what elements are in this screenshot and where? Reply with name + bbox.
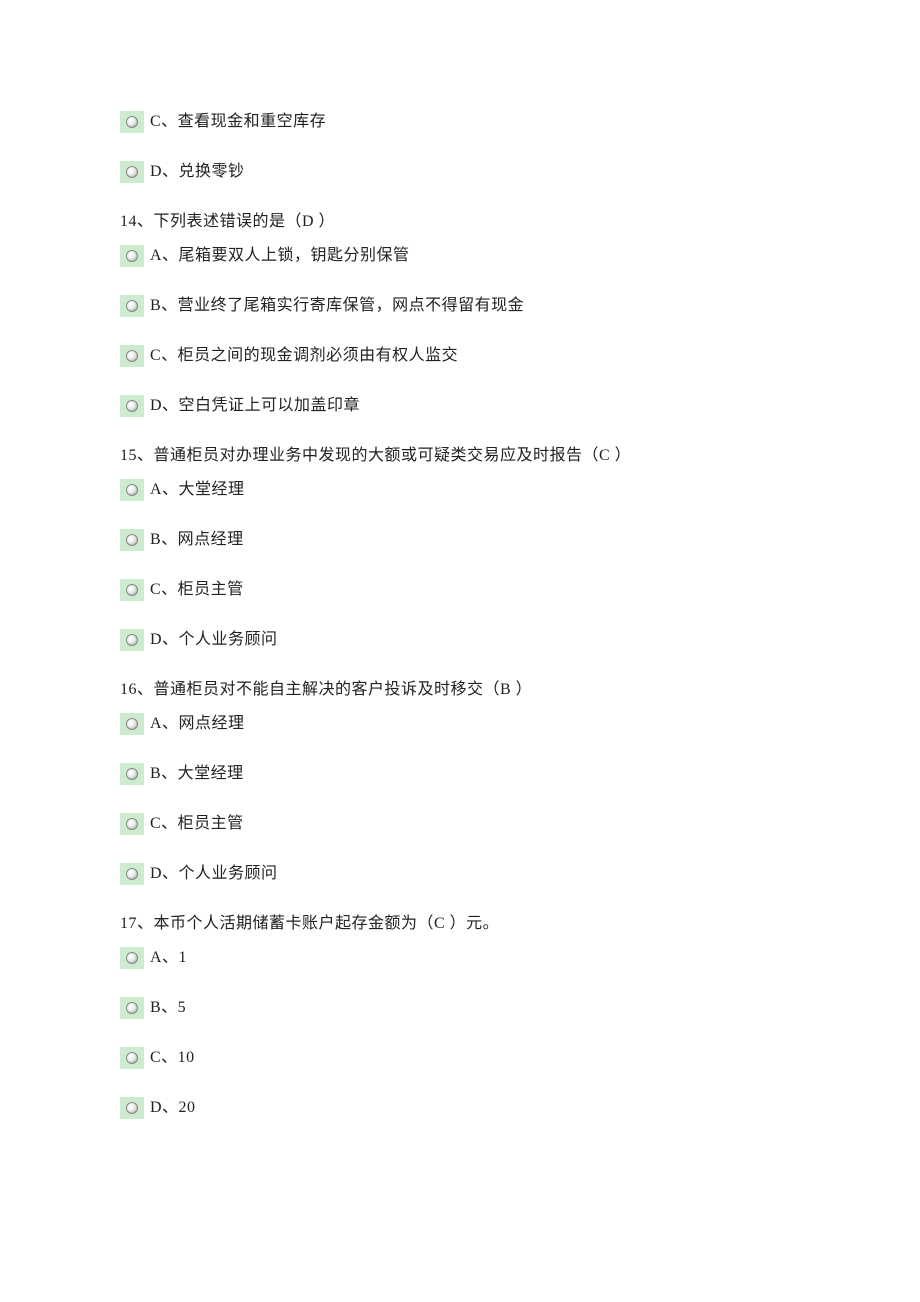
- option-label: C、10: [150, 1046, 195, 1070]
- question-prompt: 16、普通柜员对不能自主解决的客户投诉及时移交（B ）: [120, 681, 532, 698]
- option-row: A、尾箱要双人上锁，钥匙分别保管: [120, 244, 800, 268]
- radio-icon[interactable]: [120, 345, 144, 367]
- question-15: 15、普通柜员对办理业务中发现的大额或可疑类交易应及时报告（C ）: [120, 444, 800, 468]
- radio-icon[interactable]: [120, 479, 144, 501]
- question-14: 14、下列表述错误的是（D ）: [120, 210, 800, 234]
- option-label: D、空白凭证上可以加盖印章: [150, 394, 360, 418]
- option-label: D、兑换零钞: [150, 160, 245, 184]
- radio-icon[interactable]: [120, 1097, 144, 1119]
- option-label: C、柜员主管: [150, 578, 244, 602]
- option-label: C、柜员主管: [150, 812, 244, 836]
- option-label: C、查看现金和重空库存: [150, 110, 326, 134]
- radio-icon[interactable]: [120, 111, 144, 133]
- question-prompt: 15、普通柜员对办理业务中发现的大额或可疑类交易应及时报告（C ）: [120, 447, 631, 464]
- radio-icon[interactable]: [120, 295, 144, 317]
- option-row: B、大堂经理: [120, 762, 800, 786]
- question-16: 16、普通柜员对不能自主解决的客户投诉及时移交（B ）: [120, 678, 800, 702]
- option-label: C、柜员之间的现金调剂必须由有权人监交: [150, 344, 458, 368]
- option-row: D、20: [120, 1096, 800, 1120]
- option-label: A、大堂经理: [150, 478, 245, 502]
- radio-icon[interactable]: [120, 161, 144, 183]
- option-row: A、大堂经理: [120, 478, 800, 502]
- option-label: A、尾箱要双人上锁，钥匙分别保管: [150, 244, 410, 268]
- option-label: D、个人业务顾问: [150, 628, 278, 652]
- radio-icon[interactable]: [120, 947, 144, 969]
- radio-icon[interactable]: [120, 1047, 144, 1069]
- option-row: B、营业终了尾箱实行寄库保管，网点不得留有现金: [120, 294, 800, 318]
- option-label: B、网点经理: [150, 528, 244, 552]
- radio-icon[interactable]: [120, 579, 144, 601]
- radio-icon[interactable]: [120, 629, 144, 651]
- option-row: C、柜员之间的现金调剂必须由有权人监交: [120, 344, 800, 368]
- question-prompt: 17、本币个人活期储蓄卡账户起存金额为（C ）元。: [120, 915, 499, 932]
- option-row: B、网点经理: [120, 528, 800, 552]
- radio-icon[interactable]: [120, 529, 144, 551]
- option-label: A、1: [150, 946, 187, 970]
- option-row: D、兑换零钞: [120, 160, 800, 184]
- radio-icon[interactable]: [120, 713, 144, 735]
- option-label: A、网点经理: [150, 712, 245, 736]
- option-label: B、5: [150, 996, 186, 1020]
- question-17: 17、本币个人活期储蓄卡账户起存金额为（C ）元。: [120, 912, 800, 936]
- option-row: C、柜员主管: [120, 578, 800, 602]
- option-label: D、20: [150, 1096, 196, 1120]
- option-label: B、大堂经理: [150, 762, 244, 786]
- radio-icon[interactable]: [120, 813, 144, 835]
- option-row: C、10: [120, 1046, 800, 1070]
- option-label: B、营业终了尾箱实行寄库保管，网点不得留有现金: [150, 294, 524, 318]
- option-label: D、个人业务顾问: [150, 862, 278, 886]
- question-prompt: 14、下列表述错误的是（D ）: [120, 213, 335, 230]
- option-row: D、空白凭证上可以加盖印章: [120, 394, 800, 418]
- radio-icon[interactable]: [120, 863, 144, 885]
- option-row: A、网点经理: [120, 712, 800, 736]
- option-row: A、1: [120, 946, 800, 970]
- option-row: C、查看现金和重空库存: [120, 110, 800, 134]
- option-row: D、个人业务顾问: [120, 628, 800, 652]
- option-row: C、柜员主管: [120, 812, 800, 836]
- radio-icon[interactable]: [120, 395, 144, 417]
- option-row: D、个人业务顾问: [120, 862, 800, 886]
- option-row: B、5: [120, 996, 800, 1020]
- radio-icon[interactable]: [120, 245, 144, 267]
- radio-icon[interactable]: [120, 997, 144, 1019]
- radio-icon[interactable]: [120, 763, 144, 785]
